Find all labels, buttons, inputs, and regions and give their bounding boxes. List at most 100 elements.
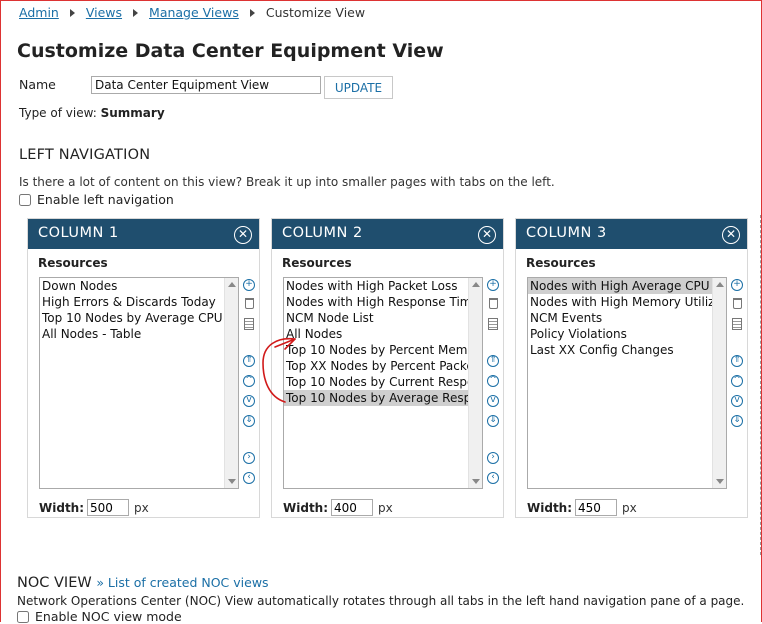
list-item-selected[interactable]: Nodes with High Average CPU Load bbox=[528, 278, 712, 294]
list-item[interactable]: Last XX Config Changes bbox=[528, 342, 712, 358]
column-width-input[interactable] bbox=[331, 499, 374, 516]
px-label: px bbox=[134, 500, 149, 515]
list-item[interactable]: All Nodes bbox=[284, 326, 468, 342]
add-icon[interactable]: + bbox=[731, 279, 743, 291]
column-header: COLUMN 2 ✕ bbox=[272, 219, 503, 249]
move-top-icon[interactable]: ⇑ bbox=[487, 355, 499, 367]
type-of-view-value: Summary bbox=[100, 106, 165, 120]
column-width-row: Width: px bbox=[283, 499, 393, 516]
close-icon[interactable]: ✕ bbox=[478, 226, 496, 244]
scroll-down-icon[interactable] bbox=[472, 479, 480, 484]
column-width-input[interactable] bbox=[87, 499, 130, 516]
document-icon[interactable] bbox=[488, 318, 498, 330]
add-icon[interactable]: + bbox=[487, 279, 499, 291]
column-title: COLUMN 1 bbox=[38, 225, 119, 241]
scroll-up-icon[interactable] bbox=[716, 282, 724, 287]
resources-listbox[interactable]: Down Nodes High Errors & Discards Today … bbox=[39, 277, 239, 489]
list-item[interactable]: Down Nodes bbox=[40, 278, 224, 294]
type-of-view-label: Type of view: bbox=[19, 106, 97, 120]
move-up-icon[interactable]: ^ bbox=[243, 375, 255, 387]
trash-icon[interactable] bbox=[245, 298, 254, 309]
list-item[interactable]: Policy Violations bbox=[528, 326, 712, 342]
move-bottom-icon[interactable]: ⇓ bbox=[243, 415, 255, 427]
move-down-icon[interactable]: v bbox=[487, 395, 499, 407]
width-label: Width: bbox=[527, 500, 573, 515]
breadcrumb-admin-link[interactable]: Admin bbox=[19, 5, 59, 20]
move-up-icon[interactable]: ^ bbox=[487, 375, 499, 387]
move-down-icon[interactable]: v bbox=[731, 395, 743, 407]
scrollbar[interactable] bbox=[468, 278, 482, 488]
trash-icon[interactable] bbox=[733, 298, 742, 309]
list-item[interactable]: Top 10 Nodes by Current Response Time bbox=[284, 374, 468, 390]
breadcrumb-arrow-icon bbox=[69, 8, 75, 17]
breadcrumb-current: Customize View bbox=[265, 5, 366, 20]
breadcrumb-arrow-icon bbox=[249, 8, 255, 17]
scrollbar[interactable] bbox=[712, 278, 726, 488]
scroll-up-icon[interactable] bbox=[228, 282, 236, 287]
enable-noc-checkbox[interactable] bbox=[17, 610, 29, 623]
enable-left-navigation-row[interactable]: Enable left navigation bbox=[19, 192, 174, 207]
column-2-panel: COLUMN 2 ✕ Resources Nodes with High Pac… bbox=[271, 218, 504, 518]
column-width-row: Width: px bbox=[527, 499, 637, 516]
list-item[interactable]: Nodes with High Memory Utilization bbox=[528, 294, 712, 310]
list-item[interactable]: High Errors & Discards Today bbox=[40, 294, 224, 310]
trash-icon[interactable] bbox=[489, 298, 498, 309]
noc-views-link[interactable]: » List of created NOC views bbox=[96, 575, 268, 590]
move-top-icon[interactable]: ⇑ bbox=[731, 355, 743, 367]
close-icon[interactable]: ✕ bbox=[722, 226, 740, 244]
breadcrumb-arrow-icon bbox=[133, 8, 139, 17]
resources-label: Resources bbox=[38, 256, 108, 270]
view-name-input[interactable] bbox=[91, 76, 321, 94]
list-item[interactable]: Top 10 Nodes by Percent Memory Used bbox=[284, 342, 468, 358]
resources-listbox[interactable]: Nodes with High Average CPU Load Nodes w… bbox=[527, 277, 727, 489]
resources-label: Resources bbox=[282, 256, 352, 270]
add-icon[interactable]: + bbox=[243, 279, 255, 291]
resources-listbox[interactable]: Nodes with High Packet Loss Nodes with H… bbox=[283, 277, 483, 489]
left-navigation-title: LEFT NAVIGATION bbox=[19, 147, 151, 163]
type-of-view: Type of view: Summary bbox=[19, 106, 165, 120]
document-icon[interactable] bbox=[244, 318, 254, 330]
move-bottom-icon[interactable]: ⇓ bbox=[731, 415, 743, 427]
move-bottom-icon[interactable]: ⇓ bbox=[487, 415, 499, 427]
close-icon[interactable]: ✕ bbox=[234, 226, 252, 244]
move-left-icon[interactable]: ‹ bbox=[243, 472, 255, 484]
list-item[interactable]: NCM Events bbox=[528, 310, 712, 326]
divider-line bbox=[760, 215, 761, 555]
name-label: Name bbox=[19, 77, 56, 92]
move-down-icon[interactable]: v bbox=[243, 395, 255, 407]
document-icon[interactable] bbox=[732, 318, 742, 330]
left-navigation-help: Is there a lot of content on this view? … bbox=[19, 175, 555, 189]
list-item-selected[interactable]: Top 10 Nodes by Average Response Time bbox=[284, 390, 468, 406]
list-item[interactable]: Top XX Nodes by Percent Packet Loss bbox=[284, 358, 468, 374]
annotation-arrow-icon bbox=[262, 337, 296, 403]
update-button[interactable]: UPDATE bbox=[324, 76, 393, 99]
move-up-icon[interactable]: ^ bbox=[731, 375, 743, 387]
noc-view-heading: NOC VIEW bbox=[17, 575, 92, 591]
width-label: Width: bbox=[39, 500, 85, 515]
scroll-up-icon[interactable] bbox=[472, 282, 480, 287]
px-label: px bbox=[378, 500, 393, 515]
move-right-icon[interactable]: › bbox=[243, 452, 255, 464]
scrollbar[interactable] bbox=[224, 278, 238, 488]
px-label: px bbox=[622, 500, 637, 515]
list-item[interactable]: Nodes with High Response Time bbox=[284, 294, 468, 310]
scroll-down-icon[interactable] bbox=[228, 479, 236, 484]
noc-view-help: Network Operations Center (NOC) View aut… bbox=[17, 594, 745, 608]
column-width-input[interactable] bbox=[575, 499, 618, 516]
breadcrumb-manage-views-link[interactable]: Manage Views bbox=[149, 5, 239, 20]
list-item[interactable]: Top 10 Nodes by Average CPU Load bbox=[40, 310, 224, 326]
scroll-down-icon[interactable] bbox=[716, 479, 724, 484]
list-item[interactable]: All Nodes - Table bbox=[40, 326, 224, 342]
breadcrumb-views-link[interactable]: Views bbox=[86, 5, 122, 20]
enable-left-navigation-checkbox[interactable] bbox=[19, 193, 31, 206]
column-header: COLUMN 3 ✕ bbox=[516, 219, 747, 249]
column-title: COLUMN 3 bbox=[526, 225, 607, 241]
list-item[interactable]: NCM Node List bbox=[284, 310, 468, 326]
noc-view-title: NOC VIEW » List of created NOC views bbox=[17, 575, 269, 591]
move-left-icon[interactable]: ‹ bbox=[487, 472, 499, 484]
column-header: COLUMN 1 ✕ bbox=[28, 219, 259, 249]
column-width-row: Width: px bbox=[39, 499, 149, 516]
move-right-icon[interactable]: › bbox=[487, 452, 499, 464]
list-item[interactable]: Nodes with High Packet Loss bbox=[284, 278, 468, 294]
move-top-icon[interactable]: ⇑ bbox=[243, 355, 255, 367]
